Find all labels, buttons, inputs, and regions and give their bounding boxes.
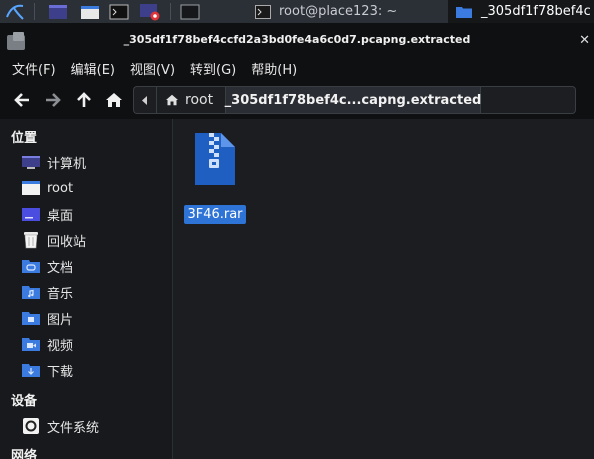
taskbar-window-terminal[interactable]: root@place123: ~ xyxy=(245,0,445,23)
sidebar-item-label: 视频 xyxy=(47,338,74,354)
sidebar-item-root[interactable]: root xyxy=(0,175,172,201)
window-title: _305df1f78bef4ccfd2a3bd0fe4a6c0d7.pcapng… xyxy=(123,33,471,46)
up-button[interactable] xyxy=(73,89,95,111)
desktop-icon xyxy=(20,205,42,223)
arrow-up-icon xyxy=(77,92,91,107)
computer-icon xyxy=(20,153,42,171)
sidebar-item-computer[interactable]: 计算机 xyxy=(0,149,172,175)
breadcrumb: root _305df1f78bef4c...capng.extracted xyxy=(133,86,576,114)
taskbar-window-title: _305df1f78bef4c xyxy=(481,4,591,19)
sidebar-item-label: 图片 xyxy=(47,312,74,328)
sidebar-item-trash[interactable]: 回收站 xyxy=(0,227,172,253)
taskbar-separator xyxy=(34,3,35,20)
menu-edit[interactable]: 编辑(E) xyxy=(71,59,115,78)
taskbar: root@place123: ~ _305df1f78bef4c xyxy=(0,0,594,23)
taskbar-separator xyxy=(170,3,171,20)
breadcrumb-root-label: root xyxy=(185,92,214,108)
taskbar-window-title: root@place123: ~ xyxy=(279,4,398,19)
screen-recorder-icon[interactable] xyxy=(137,0,163,23)
sidebar-item-music[interactable]: 音乐 xyxy=(0,279,172,305)
sidebar-item-label: 文档 xyxy=(47,260,74,276)
home-folder-icon xyxy=(20,179,42,197)
home-icon xyxy=(166,94,178,106)
sidebar-item-label: 计算机 xyxy=(47,156,87,172)
sidebar-item-label: 下载 xyxy=(47,364,74,380)
file-name: 3F46.rar xyxy=(184,205,246,224)
close-window-button[interactable]: ✕ xyxy=(579,33,590,48)
videos-folder-icon xyxy=(20,335,42,353)
chevron-left-icon xyxy=(142,95,147,105)
sidebar-item-videos[interactable]: 视频 xyxy=(0,331,172,357)
sidebar-item-label: root xyxy=(47,180,74,196)
show-desktop-icon[interactable] xyxy=(46,0,70,23)
arrow-left-icon xyxy=(14,93,29,107)
back-button[interactable] xyxy=(11,89,33,111)
sidebar-item-label: 音乐 xyxy=(47,286,74,302)
sidebar-item-label: 桌面 xyxy=(47,208,74,224)
sidebar-item-pictures[interactable]: 图片 xyxy=(0,305,172,331)
sidebar-item-documents[interactable]: 文档 xyxy=(0,253,172,279)
music-folder-icon xyxy=(20,283,42,301)
folder-icon xyxy=(456,7,472,18)
terminal-launcher-icon[interactable] xyxy=(107,0,131,23)
trash-icon xyxy=(20,231,42,249)
menubar: 文件(F) 编辑(E) 视图(V) 转到(G) 帮助(H) xyxy=(0,56,594,81)
home-icon xyxy=(106,93,122,107)
menu-help[interactable]: 帮助(H) xyxy=(251,59,297,78)
home-button[interactable] xyxy=(103,89,125,111)
archive-icon xyxy=(191,131,239,191)
menu-go[interactable]: 转到(G) xyxy=(190,59,236,78)
breadcrumb-root-button[interactable]: root xyxy=(156,86,226,114)
sidebar-item-filesystem[interactable]: 文件系统 xyxy=(0,413,172,439)
window-app-icon xyxy=(7,32,25,54)
file-view[interactable]: 3F46.rar xyxy=(174,119,594,459)
file-manager-icon[interactable] xyxy=(78,0,102,23)
taskbar-window-file-manager[interactable]: _305df1f78bef4c xyxy=(448,0,594,23)
breadcrumb-scroll-left-button[interactable] xyxy=(133,86,156,114)
workspace-icon[interactable] xyxy=(178,0,202,23)
menu-view[interactable]: 视图(V) xyxy=(130,59,175,78)
arrow-right-icon xyxy=(46,93,61,107)
pictures-folder-icon xyxy=(20,309,42,327)
sidebar-item-label: 回收站 xyxy=(47,234,87,250)
breadcrumb-empty-area xyxy=(481,86,576,114)
breadcrumb-current-folder[interactable]: _305df1f78bef4c...capng.extracted xyxy=(225,86,481,114)
kali-menu-icon[interactable] xyxy=(3,0,27,23)
terminal-icon xyxy=(255,4,271,19)
downloads-folder-icon xyxy=(20,361,42,379)
sidebar-item-desktop[interactable]: 桌面 xyxy=(0,201,172,227)
sidebar-item-downloads[interactable]: 下载 xyxy=(0,357,172,383)
sidebar-item-label: 文件系统 xyxy=(47,420,100,436)
menu-file[interactable]: 文件(F) xyxy=(12,59,56,78)
sidebar-heading-places: 位置 xyxy=(11,131,38,146)
documents-folder-icon xyxy=(20,257,42,275)
drive-icon xyxy=(20,417,42,435)
forward-button[interactable] xyxy=(42,89,64,111)
sidebar-heading-devices: 设备 xyxy=(11,394,38,409)
window-titlebar[interactable]: _305df1f78bef4ccfd2a3bd0fe4a6c0d7.pcapng… xyxy=(0,23,594,56)
sidebar-heading-network: 网络 xyxy=(11,449,38,459)
sidebar: 位置 计算机 root 桌面 回收站 文档 音乐 图片 视频 下载 设备 文件系… xyxy=(0,119,173,459)
